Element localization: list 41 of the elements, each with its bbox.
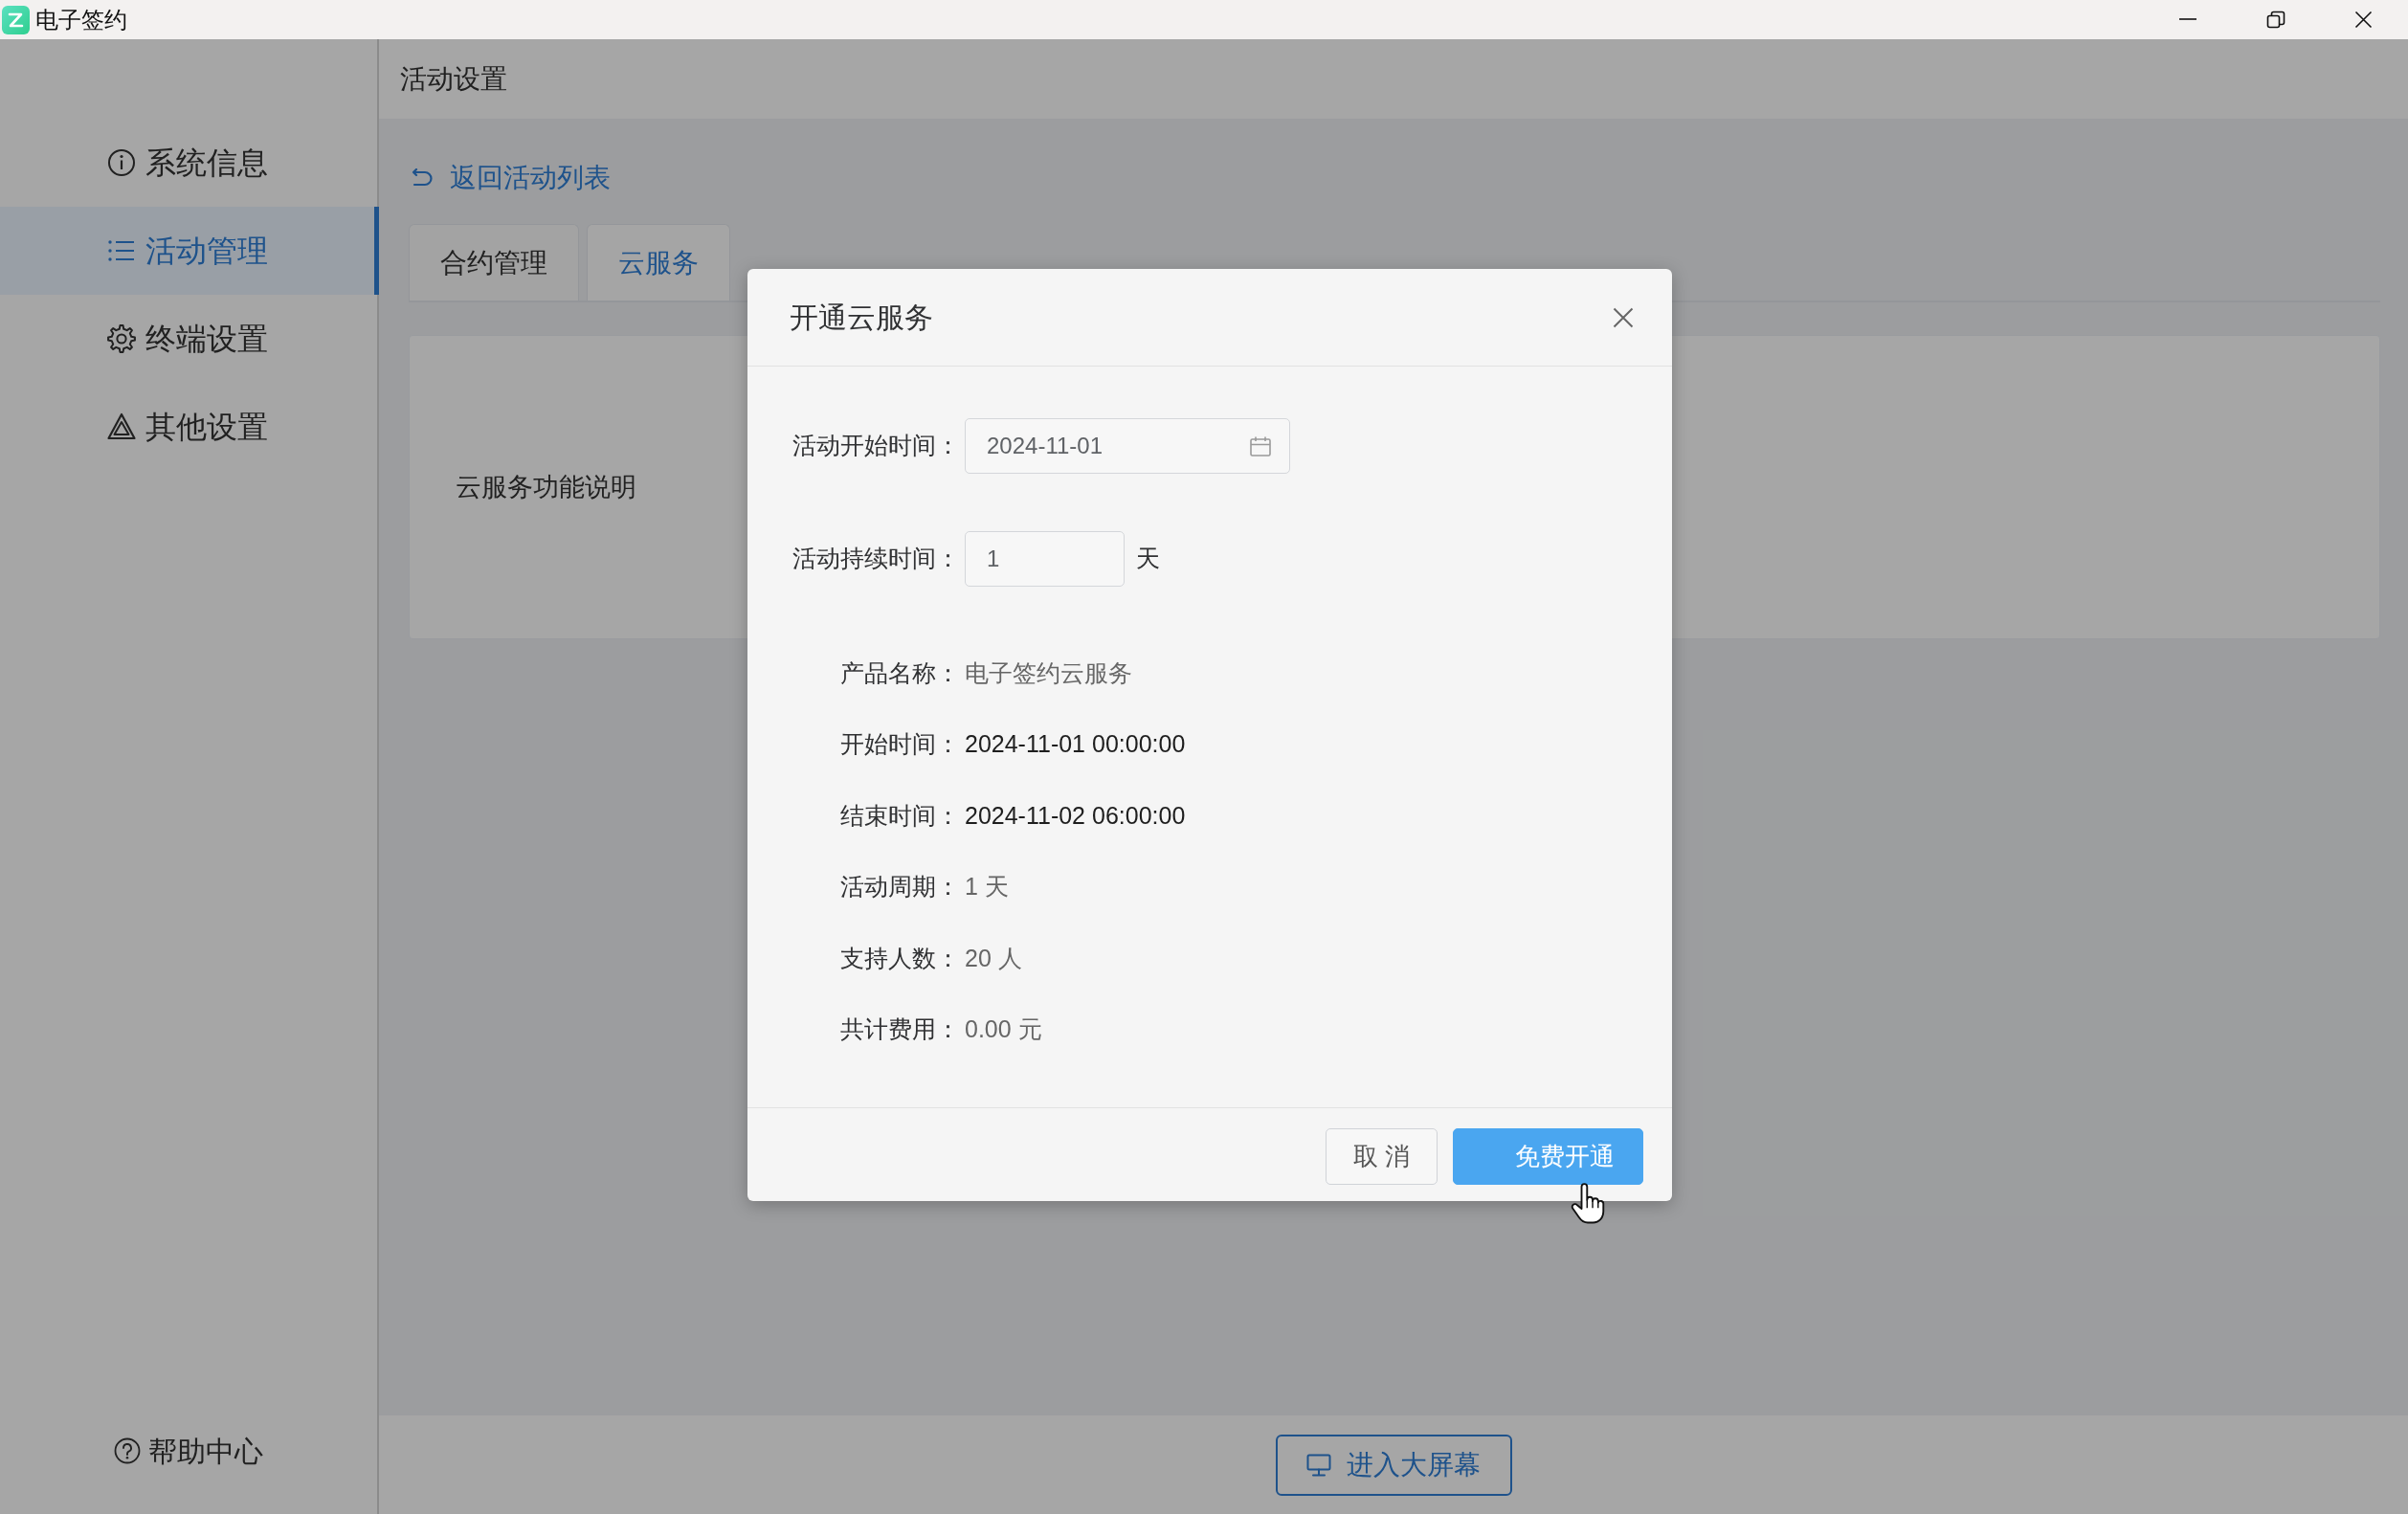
monitor-icon — [1306, 1453, 1331, 1477]
detail-value: 2024-11-02 06:00:00 — [965, 800, 1186, 831]
help-icon — [114, 1437, 141, 1464]
sidebar-item[interactable]: 其他设置 — [0, 383, 379, 471]
detail-value: 20 人 — [965, 943, 1022, 973]
detail-label: 共计费用： — [839, 1014, 960, 1044]
detail-label: 开始时间： — [839, 729, 960, 759]
close-icon[interactable] — [2354, 11, 2374, 29]
page-title: 活动设置 — [400, 62, 507, 96]
sidebar-item[interactable]: 终端设置 — [0, 295, 379, 383]
return-arrow-icon — [412, 168, 433, 188]
sidebar-item[interactable]: 活动管理 — [0, 207, 379, 295]
calendar-icon[interactable] — [1250, 436, 1271, 456]
gear-icon — [106, 324, 136, 353]
field-label: 活动开始时间： — [792, 431, 960, 461]
duration-field[interactable]: 1 — [965, 531, 1125, 587]
detail-value: 电子签约云服务 — [965, 657, 1132, 688]
field-label: 活动持续时间： — [792, 544, 960, 574]
restore-icon[interactable] — [2266, 11, 2285, 29]
detail-label: 结束时间： — [839, 800, 960, 831]
cancel-button[interactable]: 取 消 — [1326, 1128, 1438, 1185]
dialog-title: 开通云服务 — [790, 301, 933, 335]
detail-label: 支持人数： — [839, 943, 960, 973]
info-icon — [106, 148, 136, 177]
section-label: 云服务功能说明 — [456, 471, 636, 503]
date-field[interactable]: 2024-11-01 — [965, 418, 1290, 474]
tab[interactable]: 合约管理 — [409, 224, 579, 301]
detail-label: 活动周期： — [839, 872, 960, 902]
detail-value: 2024-11-01 00:00:00 — [965, 729, 1186, 759]
big-screen-button[interactable]: 进入大屏幕 — [1275, 1434, 1512, 1496]
detail-value: 1 天 — [965, 872, 1009, 902]
back-link[interactable]: 返回活动列表 — [409, 159, 611, 197]
window-title: 电子签约 — [35, 6, 127, 34]
sidebar-item[interactable]: 系统信息 — [0, 119, 379, 207]
detail-label: 产品名称： — [839, 657, 960, 688]
triangle-icon — [106, 412, 136, 441]
tab[interactable]: 云服务 — [587, 224, 730, 301]
app-logo-icon — [2, 5, 30, 34]
help-link[interactable]: 帮助中心 — [0, 1407, 377, 1495]
detail-value: 0.00 元 — [965, 1014, 1042, 1044]
unit-label: 天 — [1136, 544, 1160, 574]
